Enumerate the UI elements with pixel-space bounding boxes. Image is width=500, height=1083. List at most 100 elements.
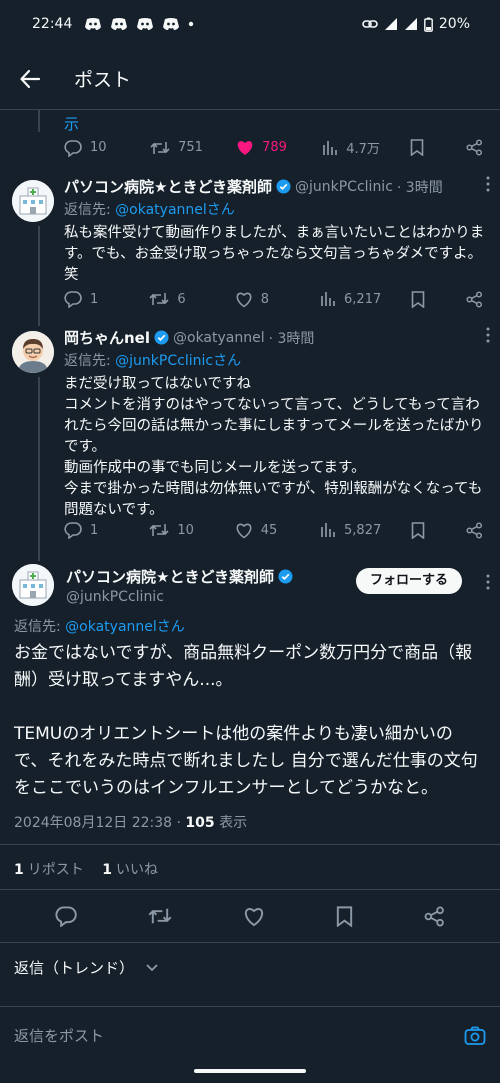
views-button[interactable]: 5,827: [320, 522, 381, 538]
signal-icon: [404, 18, 417, 30]
display-name[interactable]: パソコン病院★ときどき薬剤師: [64, 176, 272, 197]
retweet-button[interactable]: 751: [150, 139, 206, 157]
follow-button[interactable]: フォローする: [355, 568, 462, 594]
share-button[interactable]: [466, 139, 486, 156]
like-button[interactable]: 8: [235, 291, 291, 308]
like-button[interactable]: 789: [236, 139, 292, 156]
previous-tweet[interactable]: 示 10 751 789 4.7万: [0, 110, 500, 172]
tweet-datetime: 2024年08月12日 22:38 ·: [14, 815, 186, 831]
reply-tweet[interactable]: パソコン病院★ときどき薬剤師 @junkPCclinic · 3時間 返信先: …: [0, 176, 500, 326]
reply-to-line: 返信先: @junkPCclinicさん: [64, 350, 486, 370]
avatar[interactable]: [12, 331, 54, 373]
verified-badge-icon: [154, 330, 169, 345]
reply-button[interactable]: 10: [64, 139, 120, 157]
bookmark-button[interactable]: [411, 521, 437, 539]
retweet-icon: [149, 524, 169, 536]
reply-icon: [64, 522, 82, 539]
bookmark-icon[interactable]: [336, 905, 353, 927]
reply-composer[interactable]: 返信をポスト: [0, 1006, 500, 1064]
share-button[interactable]: [466, 521, 486, 539]
reply-icon: [64, 139, 82, 157]
views-label: 表示: [214, 815, 248, 831]
divider: [0, 889, 500, 890]
avatar[interactable]: [12, 180, 54, 222]
likes-label: いいね: [115, 862, 158, 878]
reply-to-line: 返信先: @okatyannelさん: [64, 199, 486, 219]
reply-to-prefix: 返信先:: [14, 619, 66, 635]
tweet-text: まだ受け取ってはないですね コメントを消すのはやってないって言って、どうしてもっ…: [64, 376, 484, 518]
heart-icon: [236, 292, 252, 307]
reply-icon[interactable]: [55, 905, 78, 927]
reply-button[interactable]: 1: [64, 290, 120, 308]
bookmark-icon: [411, 290, 424, 308]
retweet-button[interactable]: 6: [149, 290, 205, 308]
avatar[interactable]: [12, 564, 54, 606]
tweet-time: · 3時間: [396, 179, 443, 196]
hospital-avatar-icon: [12, 564, 54, 606]
reply-to-prefix: 返信先:: [64, 353, 116, 369]
likes-stat[interactable]: 1 いいね: [102, 862, 158, 878]
reply-to-prefix: 返信先:: [64, 202, 116, 218]
view-count: 4.7万: [346, 142, 380, 157]
verified-badge-icon: [276, 179, 291, 194]
more-options-button[interactable]: [486, 327, 490, 343]
status-time: 22:44: [32, 16, 73, 32]
heart-icon: [236, 523, 252, 538]
tweet-actions: 1 6 8 6,217: [64, 290, 486, 308]
tweet-text: 私も案件受けて動画作りましたが、まぁ言いたいことはわかります。でも、お金受け取っ…: [64, 225, 485, 283]
user-handle[interactable]: @okatyannel: [173, 330, 265, 346]
reply-tweet[interactable]: 岡ちゃんnel @okatyannel · 3時間 返信先: @junkPCcl…: [0, 327, 500, 549]
back-button[interactable]: [0, 49, 60, 109]
more-vertical-icon: [486, 327, 490, 343]
share-button[interactable]: [466, 290, 486, 308]
camera-icon[interactable]: [464, 1026, 486, 1046]
reply-to-link[interactable]: @okatyannelさん: [115, 202, 235, 218]
tweet-text[interactable]: 示: [64, 114, 486, 135]
reposts-stat[interactable]: 1 リポスト: [14, 862, 84, 878]
reply-to-link[interactable]: @junkPCclinicさん: [115, 353, 241, 369]
retweet-icon: [149, 293, 169, 305]
more-options-button[interactable]: [486, 574, 490, 590]
more-options-button[interactable]: [486, 176, 490, 192]
main-tweet-text: お金ではないですが、商品無料クーポン数万円分で商品（報酬）受け取ってますやん..…: [14, 643, 478, 798]
like-button[interactable]: 45: [235, 522, 291, 539]
bookmark-button[interactable]: [410, 139, 436, 156]
retweet-icon[interactable]: [148, 905, 172, 927]
battery-icon: [423, 17, 433, 32]
display-name[interactable]: パソコン病院★ときどき薬剤師: [66, 566, 274, 587]
bar-chart-icon: [321, 292, 335, 306]
engagement-stats: 1 リポスト 1 いいね: [14, 859, 158, 879]
compose-placeholder[interactable]: 返信をポスト: [14, 1025, 104, 1046]
heart-icon[interactable]: [243, 906, 265, 927]
retweet-count: 6: [177, 291, 186, 307]
share-icon[interactable]: [424, 906, 445, 927]
reply-count: 1: [90, 522, 99, 538]
share-icon: [466, 521, 482, 539]
display-name[interactable]: 岡ちゃんnel: [64, 327, 150, 348]
bar-chart-icon: [321, 523, 335, 537]
retweet-button[interactable]: 10: [149, 521, 205, 539]
tweet-metadata: 2024年08月12日 22:38 · 105 表示: [14, 812, 247, 832]
link-icon: [362, 20, 378, 28]
user-handle[interactable]: @junkPCclinic: [295, 179, 393, 195]
views-button[interactable]: 4.7万: [322, 138, 380, 157]
like-count: 789: [262, 140, 287, 155]
view-count: 6,217: [344, 291, 382, 307]
main-tweet-actions: [0, 903, 500, 929]
reply-count: 10: [90, 140, 107, 155]
tweet-actions: 10 751 789 4.7万: [64, 138, 486, 157]
views-button[interactable]: 6,217: [320, 291, 381, 307]
verified-badge-icon: [278, 569, 293, 584]
like-count: 45: [260, 522, 278, 538]
page-title: ポスト: [74, 69, 132, 91]
reply-button[interactable]: 1: [64, 521, 120, 539]
discord-icon: [85, 18, 102, 30]
system-icons: 20%: [362, 16, 470, 32]
reply-sort-dropdown[interactable]: 返信（トレンド）: [14, 957, 158, 978]
bookmark-button[interactable]: [411, 290, 437, 308]
reply-to-link[interactable]: @okatyannelさん: [65, 619, 185, 635]
bookmark-icon: [411, 521, 424, 539]
dot-icon: [189, 21, 194, 27]
gesture-nav-bar[interactable]: [194, 1069, 306, 1073]
reply-count: 1: [90, 291, 99, 307]
